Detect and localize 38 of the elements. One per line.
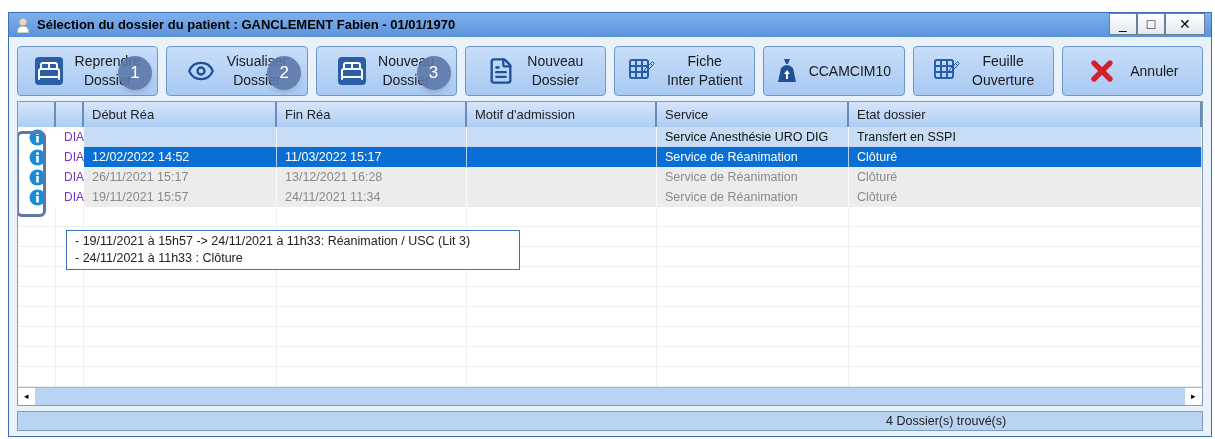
table-cell-text: Service de Réanimation (665, 148, 798, 166)
table-cell-text: 26/11/2021 15:17 (92, 168, 189, 186)
table-cell-text: 12/02/2022 14:52 (92, 148, 190, 166)
table-cell-text: 19/11/2021 15:57 (92, 188, 189, 206)
table-row[interactable]: DIA 12/02/2022 14:52 11/03/2022 15:17 Service de Réanimation Clôturé (18, 147, 1202, 167)
info-icon[interactable] (28, 128, 46, 146)
window-title: Sélection du dossier du patient : GANCLEMENT Fabien - 01/01/1970 (37, 16, 456, 35)
table-cell-text: Clôturé (857, 148, 898, 166)
type-label: DIA (64, 169, 84, 186)
table-cell-text: Transfert en SSPI (857, 128, 956, 146)
table-cell-text: Clôturé (857, 188, 898, 206)
type-label: DIA (64, 149, 84, 166)
type-label: DIA (64, 129, 84, 146)
table-cell-text: Service Anesthésie URO DIG (665, 128, 829, 146)
horizontal-scrollbar[interactable]: ◂ ▸ (18, 387, 1202, 405)
toolbar-button[interactable]: CCAMCIM10 (763, 46, 905, 96)
table-cell-text: Service de Réanimation (665, 168, 798, 186)
table-cell-text: 24/11/2021 11:34 (285, 188, 381, 206)
toolbar-button[interactable]: Nouveau Dossier (464, 46, 606, 96)
table-row[interactable]: DIA Service Anesthésie URO DIG Transfert en SSPI (18, 127, 1202, 147)
tooltip-line: - 19/11/2021 à 15h57 -> 24/11/2021 à 11h33: Réanimation / USC (Lit 3) (75, 233, 472, 250)
table-cell-text: 11/03/2022 15:17 (285, 148, 382, 166)
type-label: DIA (64, 189, 84, 206)
minimize-button[interactable]: _ (1109, 13, 1137, 35)
status-text: 4 Dossier(s) trouvé(s) (886, 412, 1007, 430)
scroll-right-button[interactable]: ▸ (1185, 388, 1202, 405)
toolbar-button[interactable]: Feuille Ouverture (912, 46, 1054, 96)
toolbar-button[interactable]: Annuler (1061, 46, 1203, 96)
maximize-button[interactable]: □ (1137, 13, 1165, 35)
toolbar-button[interactable]: Fiche Inter Patient (614, 46, 756, 96)
bag-icon (776, 58, 797, 84)
info-icon[interactable] (28, 148, 46, 166)
table-cell-text: Clôturé (857, 168, 898, 186)
scroll-left-button[interactable]: ◂ (18, 388, 35, 405)
table-cell-text: 13/12/2021 16:28 (285, 168, 383, 186)
table-cell-text: Service de Réanimation (665, 188, 798, 206)
tooltip-line: - 24/11/2021 à 11h33 : Clôture (75, 250, 244, 267)
close-button[interactable]: ✕ (1165, 13, 1205, 35)
